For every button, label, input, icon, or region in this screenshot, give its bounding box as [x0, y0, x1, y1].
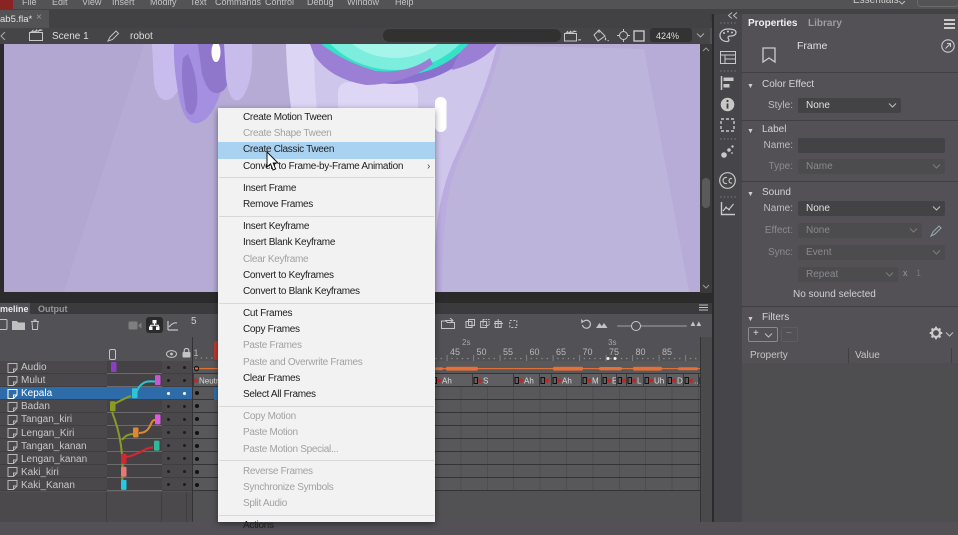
svg-text:Uh: Uh — [654, 376, 664, 385]
svg-text:Neutr: Neutr — [199, 376, 219, 385]
svg-text:..: .. — [694, 376, 698, 385]
svg-text:Ah: Ah — [442, 376, 452, 385]
svg-text:Ah: Ah — [524, 376, 534, 385]
svg-text:Ah: Ah — [562, 376, 572, 385]
svg-text:D: D — [677, 376, 683, 385]
svg-text:S: S — [483, 376, 488, 385]
svg-text:L: L — [637, 376, 642, 385]
svg-text:M: M — [592, 376, 599, 385]
